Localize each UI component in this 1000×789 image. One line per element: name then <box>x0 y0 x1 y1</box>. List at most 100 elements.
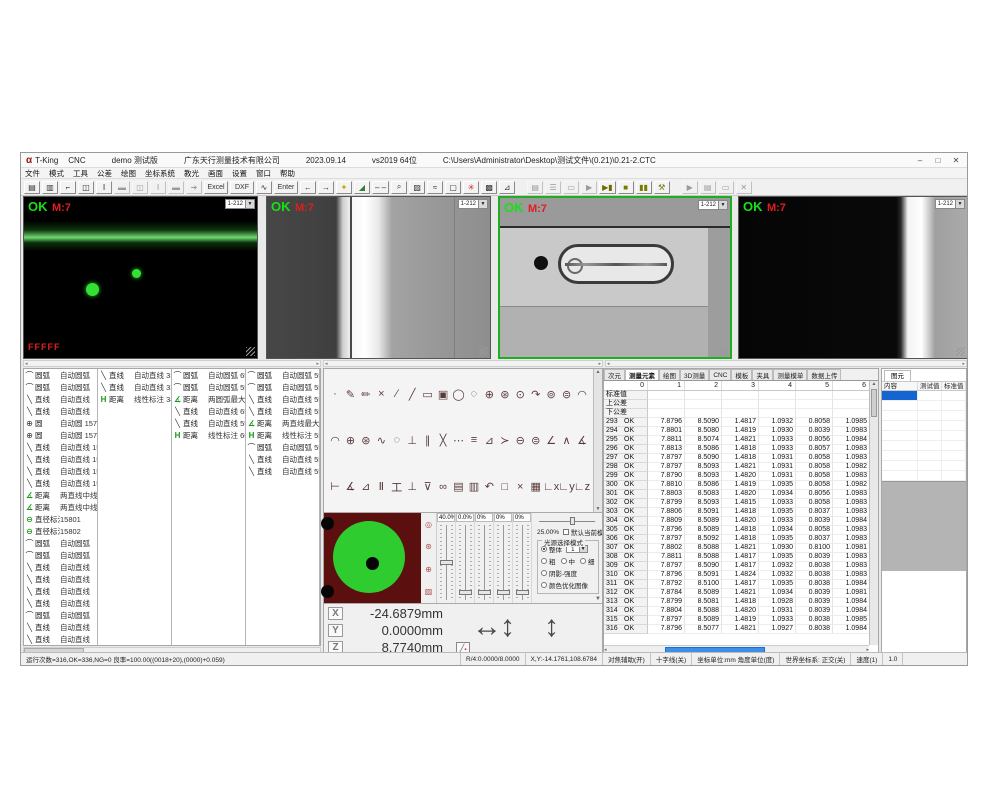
tool-icon[interactable]: ∞ <box>436 480 450 494</box>
tool-icon[interactable]: ◠ <box>328 433 342 447</box>
gpanel-cell[interactable] <box>942 451 966 461</box>
table-row[interactable]: 297OK7.87978.50901.48181.09310.80581.098… <box>604 454 878 463</box>
tool-icon[interactable]: ◠ <box>575 387 589 401</box>
gpanel-cell[interactable] <box>918 441 942 451</box>
tool-icon[interactable]: ⊿ <box>482 433 496 447</box>
run-to-end-button[interactable]: ▶▮ <box>599 181 616 194</box>
gpanel-cell[interactable] <box>942 401 966 411</box>
tool-icon[interactable]: ╱ <box>405 387 419 401</box>
light-slider[interactable]: 0% <box>494 513 513 603</box>
tool-icon[interactable]: ∡ <box>575 433 589 447</box>
table-tab[interactable]: 测量元素 <box>625 369 659 380</box>
table-tab[interactable]: 测量模单 <box>773 369 807 380</box>
radio-option[interactable] <box>541 570 547 576</box>
light-slider[interactable]: 0.0% <box>456 513 475 603</box>
menu-item[interactable]: 公差 <box>97 168 112 179</box>
element-list-item[interactable]: ╲直线自动直线 <box>24 573 97 585</box>
wave-button[interactable]: ≈ <box>427 181 443 194</box>
tool-icon[interactable]: × <box>513 480 527 494</box>
element-list-item[interactable]: ╲直线自动直线 <box>24 621 97 633</box>
table-row[interactable]: 311OK7.87928.51001.48171.09350.80381.098… <box>604 580 878 589</box>
table-row[interactable]: 307OK7.88028.50881.48211.09300.81001.098… <box>604 544 878 553</box>
gpanel-cell[interactable] <box>942 411 966 421</box>
tool-icon[interactable]: ⊖ <box>513 433 527 447</box>
qr-button[interactable]: ▩ <box>481 181 497 194</box>
gpanel-cell[interactable] <box>882 411 918 421</box>
tool-icon[interactable]: ✏ <box>359 387 373 401</box>
menu-item[interactable]: 绘图 <box>121 168 136 179</box>
tool-icon[interactable]: 工 <box>390 480 404 494</box>
table-tab[interactable]: 次元 <box>604 369 625 380</box>
table-tab[interactable]: 模板 <box>731 369 752 380</box>
ring-light-circle[interactable] <box>333 521 405 593</box>
gpanel-cell[interactable] <box>882 451 918 461</box>
table-row[interactable]: 298OK7.87978.50931.48211.09310.80581.098… <box>604 463 878 472</box>
jog-pad[interactable]: ↔ ↕ ↕ <box>472 612 562 646</box>
table-row[interactable]: 295OK7.88118.50741.48211.09330.80561.098… <box>604 436 878 445</box>
tool-icon[interactable]: ∕ <box>390 387 404 401</box>
element-list-item[interactable]: ╲直线自动直线 15 <box>24 465 97 477</box>
gpanel-cell[interactable] <box>918 431 942 441</box>
camera-view-4[interactable]: OK M:7 1-212▼ <box>738 196 968 359</box>
toolbox-scrollbar[interactable]: ◂▸ <box>323 360 603 367</box>
element-list-item[interactable]: ╲直线自动直线 15 <box>24 453 97 465</box>
close-button[interactable]: ✕ <box>947 156 965 165</box>
gpanel-cell[interactable] <box>882 431 918 441</box>
tool-icon[interactable]: ∡ <box>343 480 357 494</box>
scroll-up-icon[interactable]: ▲ <box>596 369 601 375</box>
open-button[interactable]: ▥ <box>42 181 58 194</box>
element-list-item[interactable]: ∡距离两圆弧最大距 <box>172 393 245 405</box>
element-list-item[interactable]: ╲直线自动直线 55 <box>246 405 319 417</box>
radio-level[interactable] <box>561 558 567 564</box>
table-row[interactable]: 316OK7.87968.50771.48211.09270.80381.098… <box>604 625 878 634</box>
element-list-item[interactable]: ╲直线自动直线 <box>24 633 97 645</box>
gpanel-cell[interactable] <box>942 391 966 401</box>
element-list-item[interactable]: ╲直线自动直线 55 <box>246 393 319 405</box>
tool-icon[interactable]: ↶ <box>482 480 496 494</box>
tool-icon[interactable]: ⊚ <box>544 387 558 401</box>
light-type-icon[interactable]: ▨ <box>425 587 433 596</box>
element-list-item[interactable]: ╲直线自动直线 <box>24 561 97 573</box>
gpanel-cell[interactable] <box>942 421 966 431</box>
element-list-item[interactable]: ╲直线自动直线 55 <box>172 417 245 429</box>
tool-icon[interactable]: ∟z <box>575 480 589 494</box>
tool-icon[interactable]: ↷ <box>529 387 543 401</box>
slider-thumb[interactable] <box>478 590 491 595</box>
gpanel-cell[interactable] <box>882 461 918 471</box>
radio-level[interactable] <box>541 558 547 564</box>
tool-icon[interactable]: ∿ <box>374 433 388 447</box>
element-list-item[interactable]: ∡距离两直线中线距 <box>24 501 97 513</box>
table-row[interactable]: 314OK7.88048.50881.48201.09310.80391.098… <box>604 607 878 616</box>
tool-icon[interactable]: ⊽ <box>421 480 435 494</box>
table-tab[interactable]: CNC <box>709 369 731 380</box>
tool-icon[interactable]: ∟x <box>544 480 558 494</box>
table-row[interactable]: 312OK7.87848.50891.48211.09340.80391.098… <box>604 589 878 598</box>
chart-button[interactable]: ⊿ <box>499 181 515 194</box>
element-list-item[interactable]: ⊕圆自动圆 15792 <box>24 417 97 429</box>
light-slider[interactable]: 0% <box>513 513 532 603</box>
camera-view-2[interactable]: OK M:7 1-212▼ <box>266 196 491 359</box>
table-tab[interactable]: 夹具 <box>752 369 773 380</box>
gpanel-row[interactable] <box>882 471 966 481</box>
probe-tool-button[interactable]: ⌐ <box>60 181 76 194</box>
element-list-item[interactable]: H距离线性标注 66 <box>172 429 245 441</box>
element-list-item[interactable]: ⌒圆弧自动圆弧 55 <box>246 441 319 453</box>
arrow-left-button[interactable]: ← <box>300 181 316 194</box>
table-tab[interactable]: 绘图 <box>659 369 680 380</box>
tool-icon[interactable]: ◌ <box>467 387 481 401</box>
slider-thumb[interactable] <box>459 590 472 595</box>
gpanel-cell[interactable] <box>882 441 918 451</box>
table-row[interactable]: 300OK7.88108.50861.48191.09350.80581.098… <box>604 481 878 490</box>
camera4-select[interactable]: 1-212▼ <box>935 199 965 209</box>
gpanel-cell[interactable] <box>918 451 942 461</box>
element-list-item[interactable]: ╲直线自动直线 55 <box>246 453 319 465</box>
light-bulb-button[interactable]: ✦ <box>336 181 352 194</box>
tool-icon[interactable]: ▤ <box>452 480 466 494</box>
gpanel-cell[interactable] <box>918 471 942 481</box>
table-tab[interactable]: 3D测量 <box>680 369 709 380</box>
tool-icon[interactable]: ▦ <box>529 480 543 494</box>
gpanel-cell[interactable] <box>882 421 918 431</box>
element-list-item[interactable]: ╲直线自动直线 <box>24 597 97 609</box>
element-list-item[interactable]: ⌒圆弧自动圆弧 55 <box>172 381 245 393</box>
tool-icon[interactable]: Ⅱ <box>374 480 388 494</box>
